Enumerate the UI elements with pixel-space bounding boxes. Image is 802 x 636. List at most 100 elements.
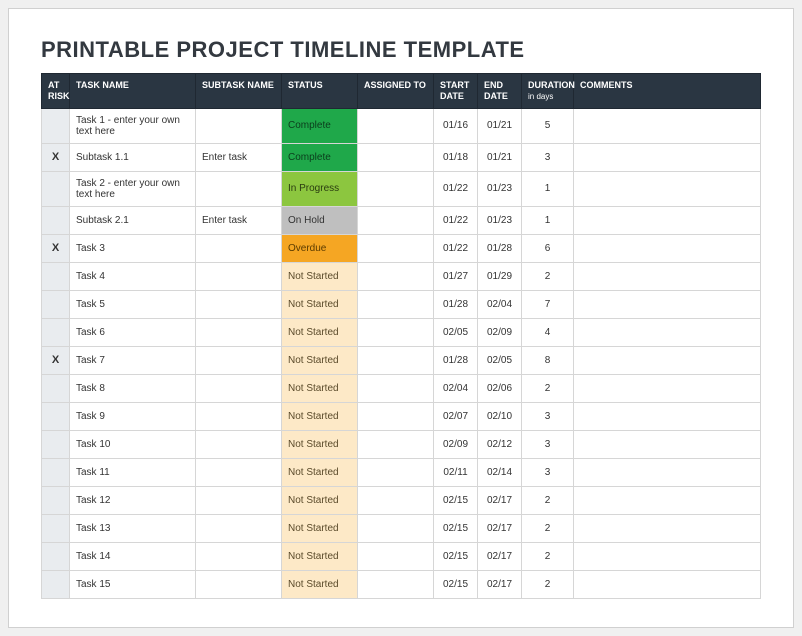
cell-start: 02/11 <box>434 458 478 486</box>
cell-duration: 2 <box>522 570 574 598</box>
table-row: Task 11Not Started02/1102/143 <box>42 458 761 486</box>
cell-at-risk <box>42 514 70 542</box>
cell-at-risk: X <box>42 346 70 374</box>
cell-assigned <box>358 143 434 171</box>
cell-task: Task 7 <box>70 346 196 374</box>
header-assigned-to: ASSIGNED TO <box>358 74 434 109</box>
cell-assigned <box>358 346 434 374</box>
cell-start: 01/16 <box>434 108 478 143</box>
cell-subtask <box>196 374 282 402</box>
cell-at-risk <box>42 486 70 514</box>
cell-start: 02/09 <box>434 430 478 458</box>
cell-status: Not Started <box>282 458 358 486</box>
cell-end: 01/21 <box>478 108 522 143</box>
cell-start: 01/28 <box>434 290 478 318</box>
cell-task: Task 2 - enter your own text here <box>70 171 196 206</box>
cell-end: 02/06 <box>478 374 522 402</box>
cell-comments <box>574 486 761 514</box>
cell-task: Subtask 2.1 <box>70 206 196 234</box>
cell-comments <box>574 206 761 234</box>
cell-status: Not Started <box>282 374 358 402</box>
cell-status: Not Started <box>282 346 358 374</box>
table-row: Task 4Not Started01/2701/292 <box>42 262 761 290</box>
header-comments: COMMENTS <box>574 74 761 109</box>
cell-assigned <box>358 430 434 458</box>
cell-start: 02/05 <box>434 318 478 346</box>
cell-duration: 1 <box>522 206 574 234</box>
cell-assigned <box>358 262 434 290</box>
header-duration-sub: in days <box>528 92 567 102</box>
document-page: PRINTABLE PROJECT TIMELINE TEMPLATE AT R… <box>8 8 794 628</box>
header-task-name: TASK NAME <box>70 74 196 109</box>
cell-start: 02/07 <box>434 402 478 430</box>
cell-comments <box>574 374 761 402</box>
cell-end: 02/04 <box>478 290 522 318</box>
cell-start: 01/27 <box>434 262 478 290</box>
cell-task: Task 4 <box>70 262 196 290</box>
cell-end: 02/17 <box>478 486 522 514</box>
cell-end: 01/23 <box>478 206 522 234</box>
table-row: Task 9Not Started02/0702/103 <box>42 402 761 430</box>
cell-start: 01/22 <box>434 171 478 206</box>
cell-at-risk <box>42 374 70 402</box>
cell-subtask <box>196 402 282 430</box>
cell-at-risk <box>42 290 70 318</box>
cell-start: 02/15 <box>434 542 478 570</box>
cell-subtask <box>196 458 282 486</box>
cell-at-risk <box>42 262 70 290</box>
cell-start: 02/15 <box>434 486 478 514</box>
cell-start: 02/15 <box>434 570 478 598</box>
cell-at-risk <box>42 570 70 598</box>
table-row: Task 14Not Started02/1502/172 <box>42 542 761 570</box>
cell-at-risk <box>42 542 70 570</box>
cell-assigned <box>358 374 434 402</box>
cell-comments <box>574 108 761 143</box>
cell-end: 01/23 <box>478 171 522 206</box>
table-row: XTask 3Overdue01/2201/286 <box>42 234 761 262</box>
cell-comments <box>574 430 761 458</box>
cell-duration: 2 <box>522 514 574 542</box>
cell-subtask <box>196 318 282 346</box>
cell-status: Not Started <box>282 486 358 514</box>
cell-task: Task 1 - enter your own text here <box>70 108 196 143</box>
cell-duration: 2 <box>522 486 574 514</box>
cell-subtask <box>196 570 282 598</box>
table-row: Task 13Not Started02/1502/172 <box>42 514 761 542</box>
cell-status: In Progress <box>282 171 358 206</box>
cell-at-risk: X <box>42 143 70 171</box>
cell-start: 01/22 <box>434 206 478 234</box>
cell-end: 01/21 <box>478 143 522 171</box>
header-subtask-name: SUBTASK NAME <box>196 74 282 109</box>
cell-subtask <box>196 234 282 262</box>
cell-assigned <box>358 234 434 262</box>
cell-subtask <box>196 430 282 458</box>
cell-end: 02/14 <box>478 458 522 486</box>
cell-subtask: Enter task <box>196 143 282 171</box>
cell-end: 02/12 <box>478 430 522 458</box>
cell-comments <box>574 402 761 430</box>
table-row: Task 5Not Started01/2802/047 <box>42 290 761 318</box>
cell-assigned <box>358 108 434 143</box>
cell-comments <box>574 143 761 171</box>
cell-duration: 2 <box>522 374 574 402</box>
cell-subtask <box>196 514 282 542</box>
header-status: STATUS <box>282 74 358 109</box>
table-row: XSubtask 1.1Enter taskComplete01/1801/21… <box>42 143 761 171</box>
cell-end: 02/10 <box>478 402 522 430</box>
cell-task: Task 6 <box>70 318 196 346</box>
cell-assigned <box>358 514 434 542</box>
cell-comments <box>574 171 761 206</box>
cell-subtask <box>196 346 282 374</box>
cell-status: Not Started <box>282 430 358 458</box>
cell-status: Not Started <box>282 542 358 570</box>
cell-task: Task 9 <box>70 402 196 430</box>
cell-at-risk <box>42 206 70 234</box>
cell-comments <box>574 542 761 570</box>
cell-end: 02/17 <box>478 570 522 598</box>
cell-subtask <box>196 108 282 143</box>
cell-subtask <box>196 171 282 206</box>
cell-assigned <box>358 171 434 206</box>
cell-status: Not Started <box>282 402 358 430</box>
cell-assigned <box>358 570 434 598</box>
cell-comments <box>574 514 761 542</box>
